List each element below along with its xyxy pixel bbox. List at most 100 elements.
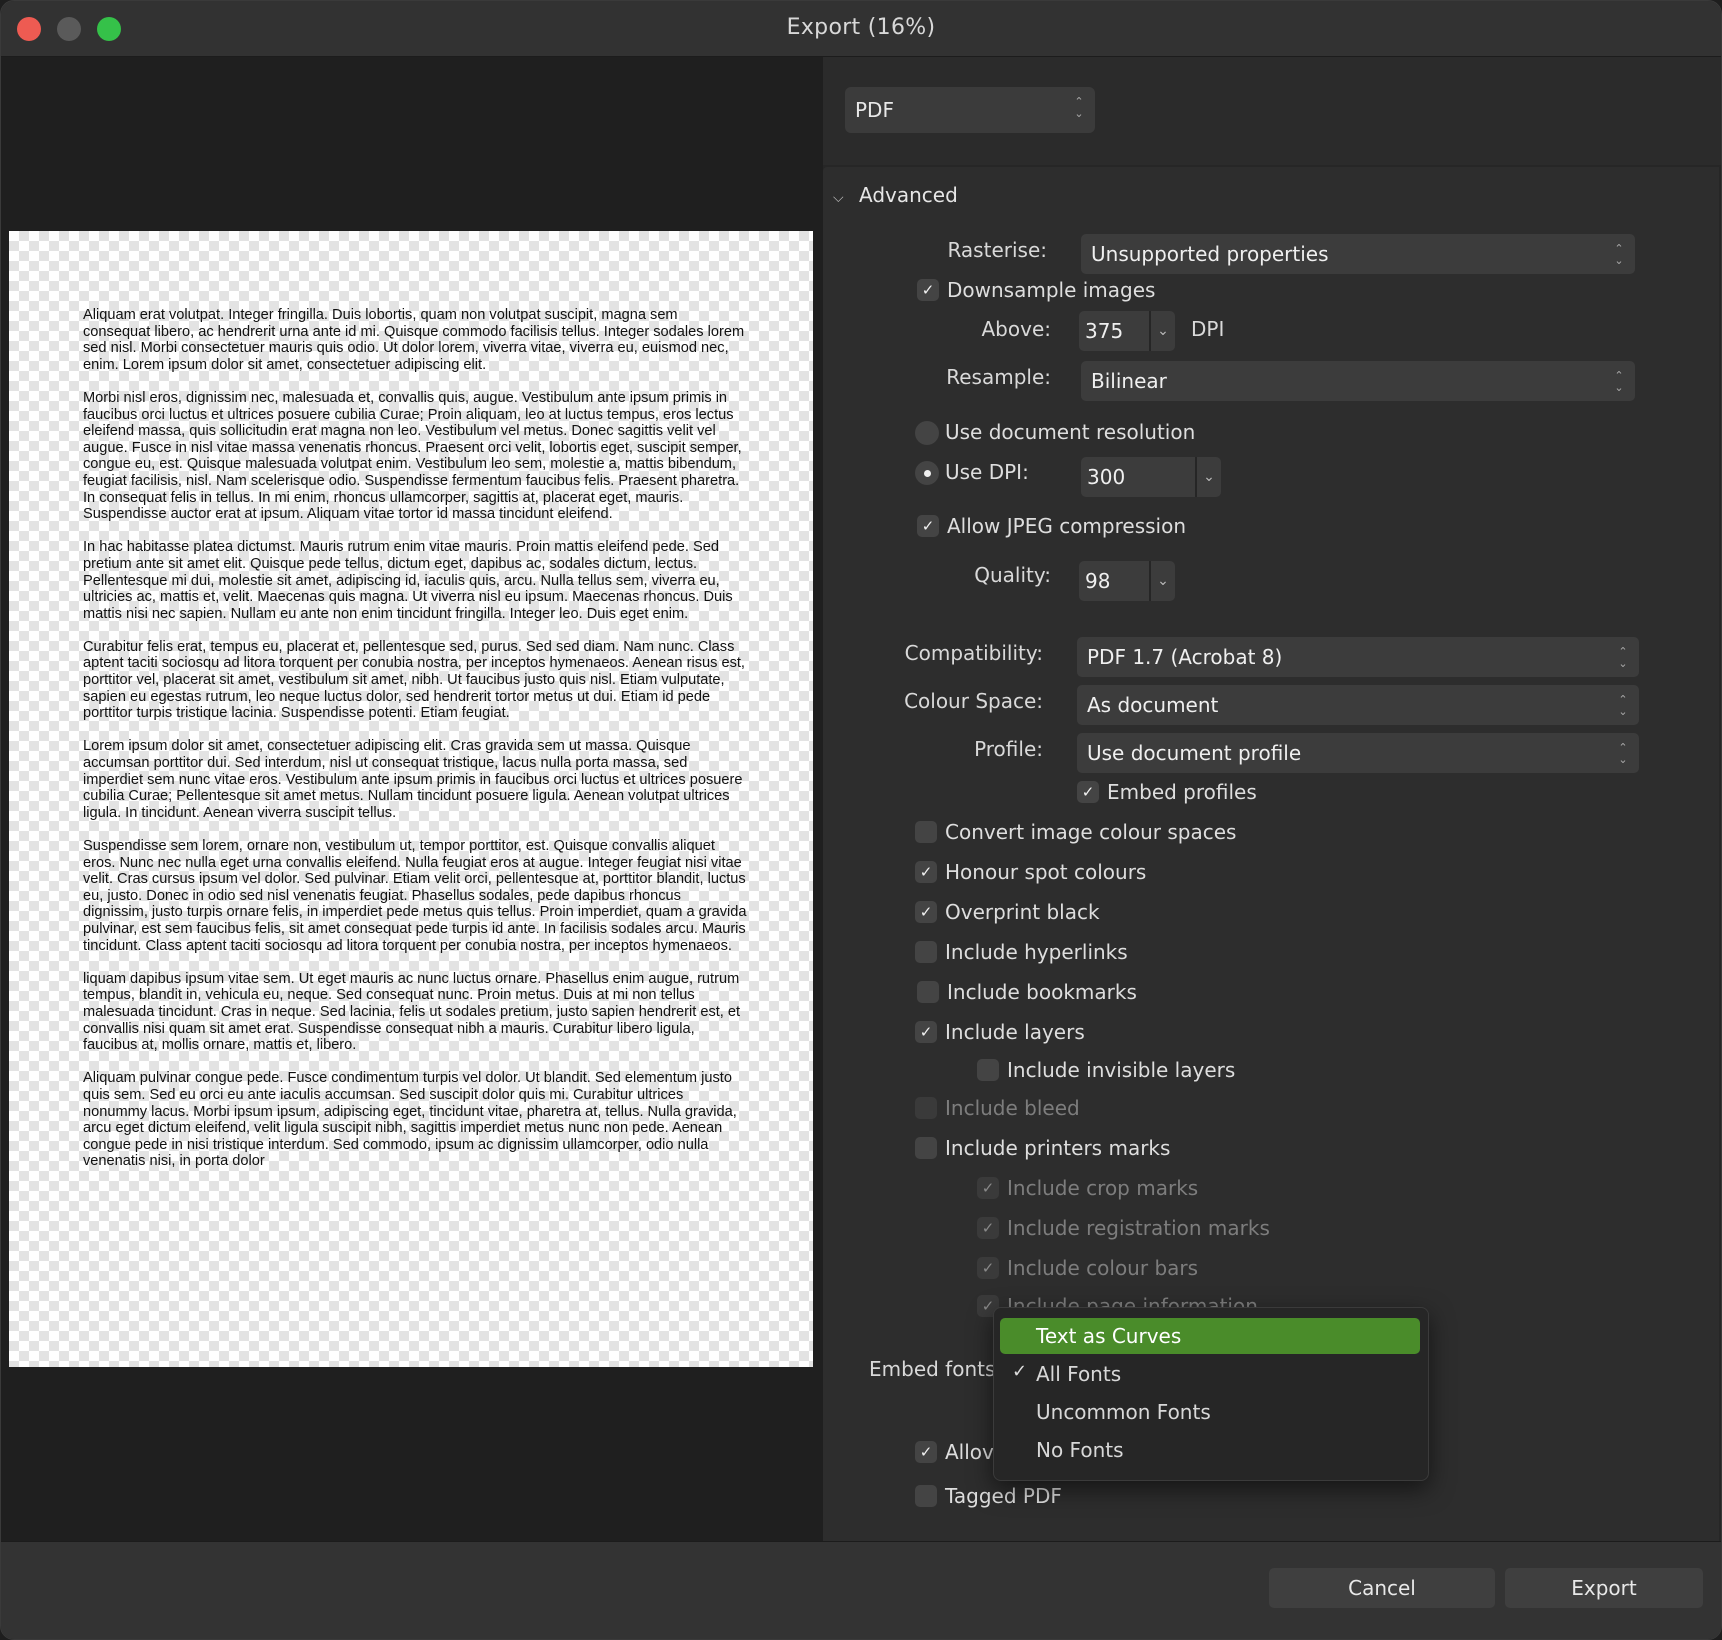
checkmark-icon: ✓ [915,1441,937,1463]
bottom-bar: Cancel Export [1,1541,1721,1639]
quality-value: 98 [1085,569,1111,593]
checkmark-icon: ✓ [977,1177,999,1199]
preview-pane: Aliquam erat volutpat. Integer fringilla… [1,57,823,1541]
cancel-button[interactable]: Cancel [1269,1568,1495,1608]
updown-icon: ⌃ ⌄ [1614,242,1624,267]
preview-paragraph: Suspendisse sem lorem, ornare non, vesti… [83,838,747,954]
format-bar: PDF ⌃ ⌄ [823,57,1721,165]
format-select[interactable]: PDF ⌃ ⌄ [845,87,1095,133]
above-dpi-combo[interactable]: 375 ⌄ [1079,311,1175,351]
page-text: Aliquam erat volutpat. Integer fringilla… [83,307,747,1186]
crop-marks-label: Include crop marks [1007,1176,1199,1200]
preview-paragraph: Curabitur felis erat, tempus eu, placera… [83,638,745,722]
convert-colour-label: Convert image colour spaces [945,820,1237,844]
checkmark-icon: ✓ [977,1257,999,1279]
colour-space-label: Colour Space: [904,689,1043,713]
use-dpi-combo[interactable]: 300 ⌄ [1081,457,1221,497]
updown-icon: ⌃ ⌄ [1618,693,1628,718]
embed-fonts-menu: Text as Curves ✓ All Fonts Uncommon Font… [993,1307,1429,1481]
radio-on-icon [915,461,939,485]
downsample-label: Downsample images [947,278,1156,302]
checkmark-icon: ✓ [977,1217,999,1239]
preview-paragraph: liquam dapibus ipsum vitae sem. Ut eget … [83,970,741,1054]
profile-select[interactable]: Use document profile ⌃ ⌄ [1077,733,1639,773]
compatibility-select[interactable]: PDF 1.7 (Acrobat 8) ⌃ ⌄ [1077,637,1639,677]
bookmarks-label: Include bookmarks [947,980,1137,1004]
quality-label: Quality: [974,563,1051,587]
checkbox-empty-icon [915,941,937,963]
profile-label: Profile: [974,737,1043,761]
checkbox-empty-icon [915,821,937,843]
checkbox-empty-icon [977,1059,999,1081]
preview-paragraph: Morbi nisl eros, dignissim nec, malesuad… [83,389,742,523]
preview-paragraph: Aliquam pulvinar congue pede. Fusce cond… [83,1070,737,1170]
preview-paragraph: In hac habitasse platea dictumst. Mauris… [83,539,733,622]
updown-icon: ⌃ ⌄ [1614,369,1624,394]
checkmark-icon: ✓ [917,515,939,537]
tagged-pdf-label: Tagged PDF [945,1484,1062,1508]
checkbox-empty-icon [917,981,939,1003]
rasterise-select[interactable]: Unsupported properties ⌃ ⌄ [1081,234,1635,274]
checkmark-icon: ✓ [1012,1361,1028,1382]
checkbox-empty-icon [915,1485,937,1507]
export-button[interactable]: Export [1505,1568,1703,1608]
checkmark-icon: ✓ [915,861,937,883]
format-value: PDF [855,98,894,122]
embed-profiles-label: Embed profiles [1107,780,1257,804]
layers-label: Include layers [945,1020,1085,1044]
updown-icon: ⌃ ⌄ [1618,645,1628,670]
jpeg-compression-label: Allow JPEG compression [947,514,1187,538]
menu-item-label: No Fonts [1036,1438,1124,1462]
checkbox-empty-icon [915,1137,937,1159]
quality-combo[interactable]: 98 ⌄ [1079,561,1175,601]
resample-label: Resample: [946,365,1051,389]
chevron-down-icon[interactable]: ⌄ [1149,561,1175,601]
checkbox-empty-icon [915,1097,937,1119]
overprint-label: Overprint black [945,900,1100,924]
rasterise-label: Rasterise: [947,238,1047,262]
menu-item-label: All Fonts [1036,1362,1122,1386]
spot-colours-label: Honour spot colours [945,860,1147,884]
colour-space-select[interactable]: As document ⌃ ⌄ [1077,685,1639,725]
colour-space-value: As document [1087,693,1219,717]
advanced-header: Advanced [859,183,958,207]
page-preview: Aliquam erat volutpat. Integer fringilla… [9,231,813,1367]
radio-off-icon [915,421,939,445]
printers-marks-label: Include printers marks [945,1136,1171,1160]
menu-item-text-as-curves[interactable]: Text as Curves [1000,1318,1420,1354]
hyperlinks-label: Include hyperlinks [945,940,1128,964]
menu-item-all-fonts[interactable]: ✓ All Fonts [1000,1356,1420,1392]
compatibility-value: PDF 1.7 (Acrobat 8) [1087,645,1283,669]
use-document-resolution-label: Use document resolution [945,420,1196,444]
profile-value: Use document profile [1087,741,1302,765]
checkmark-icon: ✓ [915,901,937,923]
menu-item-label: Text as Curves [1036,1324,1182,1348]
compatibility-label: Compatibility: [904,641,1043,665]
registration-marks-label: Include registration marks [1007,1216,1270,1240]
above-unit: DPI [1191,317,1225,341]
resample-value: Bilinear [1091,369,1167,393]
resample-select[interactable]: Bilinear ⌃ ⌄ [1081,361,1635,401]
advanced-disclosure[interactable]: ⌵ Advanced [833,183,958,207]
menu-item-uncommon-fonts[interactable]: Uncommon Fonts [1000,1394,1420,1430]
invisible-layers-label: Include invisible layers [1007,1058,1236,1082]
above-label: Above: [981,317,1052,341]
use-dpi-value: 300 [1087,465,1126,489]
chevron-down-icon[interactable]: ⌄ [1195,457,1221,497]
preview-paragraph: Lorem ipsum dolor sit amet, consectetuer… [83,738,743,821]
colour-bars-label: Include colour bars [1007,1256,1199,1280]
chevron-down-icon[interactable]: ⌄ [1149,311,1175,351]
checkmark-icon: ✓ [915,1021,937,1043]
updown-icon: ⌃ ⌄ [1618,741,1628,766]
title-bar: Export (16%) [1,1,1721,57]
menu-item-no-fonts[interactable]: No Fonts [1000,1432,1420,1468]
embed-fonts-label: Embed fonts [869,1357,996,1381]
window-title: Export (16%) [786,15,936,40]
updown-icon: ⌃ ⌄ [1074,95,1084,120]
above-dpi-value: 375 [1085,319,1124,343]
rasterise-value: Unsupported properties [1091,242,1329,266]
menu-item-label: Uncommon Fonts [1036,1400,1211,1424]
checkmark-icon: ✓ [917,279,939,301]
allow-label: Allov [945,1440,994,1464]
checkmark-icon: ✓ [1077,781,1099,803]
